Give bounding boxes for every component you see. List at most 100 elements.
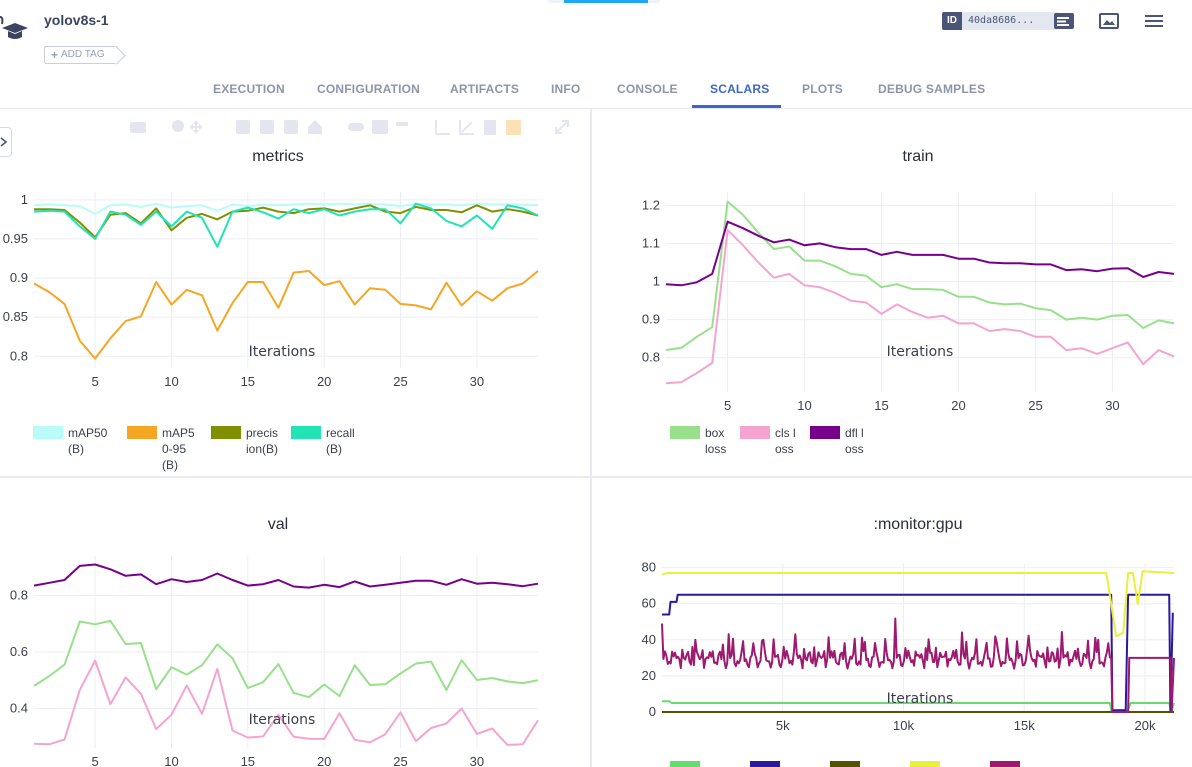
id-label: ID	[942, 12, 962, 30]
y-tick-label: 1	[21, 192, 28, 207]
x-tick-label: 30	[470, 374, 484, 389]
legend-swatch	[670, 761, 700, 767]
x-tick-label: 30	[1105, 398, 1119, 413]
x-axis-title: Iterations	[249, 344, 316, 360]
x-tick-label: 20	[317, 754, 331, 767]
legend-swatch	[740, 426, 770, 439]
x-tick-label: 10	[164, 374, 178, 389]
zoom-icon[interactable]	[172, 120, 184, 132]
zoom-out-icon[interactable]	[260, 120, 274, 134]
autoscale-icon[interactable]	[284, 120, 298, 134]
id-value: 40da8686...	[962, 12, 1058, 30]
tab-scalars[interactable]: SCALARS	[710, 82, 769, 96]
maximize-icon[interactable]	[555, 120, 569, 134]
y-tick-label: 0.9	[642, 312, 660, 327]
reset-axes-icon[interactable]	[308, 120, 322, 134]
tab-info[interactable]: INFO	[551, 82, 580, 96]
legend-item[interactable]: precision(B)	[211, 425, 283, 473]
embed-icon[interactable]	[506, 120, 521, 135]
metrics-chart[interactable]: 0.80.850.90.9515 10 15 20 25 30Iterations	[0, 180, 560, 390]
x-tick-label: 15	[874, 398, 888, 413]
details-panel-icon	[1054, 13, 1074, 29]
legend-item[interactable]	[750, 760, 822, 767]
plot-modebar	[126, 116, 576, 138]
tabs-divider	[0, 108, 1192, 109]
chart-title-train: train	[902, 148, 934, 165]
legend-item[interactable]: mAP50(B)	[33, 425, 119, 473]
legend-item[interactable]: cls loss	[740, 425, 802, 457]
camera-icon[interactable]	[130, 122, 146, 133]
chevron-right-icon	[0, 137, 8, 147]
hover-compare-icon[interactable]	[396, 122, 408, 126]
series-line[interactable]	[34, 204, 539, 239]
y-tick-label: 0.6	[10, 644, 28, 659]
x-axis-title: Iterations	[887, 344, 954, 360]
pan-icon[interactable]	[189, 120, 203, 134]
gpu-legend	[670, 760, 1070, 767]
download-json-icon[interactable]	[484, 120, 496, 135]
y-tick-label: 1.1	[642, 235, 660, 250]
legend-item[interactable]	[670, 760, 742, 767]
tab-console[interactable]: CONSOLE	[617, 82, 678, 96]
gpu-chart[interactable]: 0 20 40 60 80 5k 10k 15k 20k Iterations	[600, 548, 1192, 767]
menu-button[interactable]	[1142, 10, 1166, 32]
series-line[interactable]	[665, 200, 1175, 352]
val-chart[interactable]: 0.4 0.6 0.8 5 10 15 20 25 30 Iterations	[0, 548, 560, 767]
x-tick-label: 20	[951, 398, 965, 413]
legend-item[interactable]: box loss	[670, 425, 732, 457]
legend-swatch	[33, 426, 63, 439]
legend-label: precision(B)	[246, 426, 279, 456]
y-tick-label: 0.95	[3, 231, 28, 246]
top-progress-indicator	[548, 0, 660, 3]
legend-swatch	[127, 426, 157, 439]
tab-execution[interactable]: EXECUTION	[213, 82, 285, 96]
smoothing-icon[interactable]	[459, 120, 474, 135]
train-chart[interactable]: 0.8 0.9 1 1.1 1.2 5 10 15 20 25 30 Iterations	[600, 180, 1190, 413]
tab-debug-samples[interactable]: DEBUG SAMPLES	[878, 82, 985, 96]
legend-swatch	[810, 426, 840, 439]
tab-artifacts[interactable]: ARTIFACTS	[450, 82, 519, 96]
legend-item[interactable]: recall(B)	[291, 425, 367, 473]
series-line[interactable]	[33, 563, 539, 589]
x-tick-label: 5	[724, 398, 731, 413]
legend-item[interactable]: dfl loss	[810, 425, 872, 457]
x-tick-label: 25	[1028, 398, 1042, 413]
legend-swatch	[291, 426, 321, 439]
legend-item[interactable]	[830, 760, 902, 767]
collapse-sidebar-button[interactable]	[0, 127, 12, 157]
legend-item[interactable]	[990, 760, 1062, 767]
series-line[interactable]	[33, 619, 539, 699]
series-line[interactable]	[33, 202, 539, 248]
log-scale-icon[interactable]	[435, 120, 450, 135]
tab-configuration[interactable]: CONFIGURATION	[317, 82, 420, 96]
legend-label: box loss	[705, 426, 727, 456]
series-line[interactable]	[33, 659, 539, 746]
x-tick-label: 15	[241, 374, 255, 389]
y-tick-label: 40	[642, 632, 656, 647]
y-tick-label: 1.2	[642, 197, 660, 212]
legend-item[interactable]: mAP50-95(B)	[127, 425, 203, 473]
hover-closest-icon[interactable]	[372, 120, 388, 134]
y-tick-label: 0.8	[10, 588, 28, 603]
add-tag-button[interactable]: + ADD TAG	[44, 46, 118, 64]
legend-swatch	[990, 761, 1020, 767]
spike-lines-icon[interactable]	[348, 123, 364, 131]
legend-label: recall(B)	[326, 426, 355, 456]
image-view-button[interactable]	[1097, 10, 1121, 32]
y-tick-label: 0.4	[10, 700, 28, 715]
legend-swatch	[750, 761, 780, 767]
tab-plots[interactable]: PLOTS	[802, 82, 843, 96]
legend-item[interactable]	[910, 760, 982, 767]
series-line[interactable]	[665, 229, 1175, 385]
details-panel-button[interactable]	[1052, 10, 1076, 32]
plus-icon: +	[51, 48, 59, 62]
x-tick-label: 5k	[776, 718, 790, 733]
x-tick-label: 15	[241, 754, 255, 767]
x-tick-label: 5	[91, 374, 98, 389]
task-id-chip[interactable]: ID 40da8686...	[942, 12, 1058, 30]
x-tick-label: 5	[91, 754, 98, 767]
zoom-in-icon[interactable]	[236, 120, 250, 134]
chart-title-metrics: metrics	[252, 148, 304, 165]
series-line[interactable]	[665, 220, 1175, 287]
image-view-icon	[1099, 13, 1119, 29]
